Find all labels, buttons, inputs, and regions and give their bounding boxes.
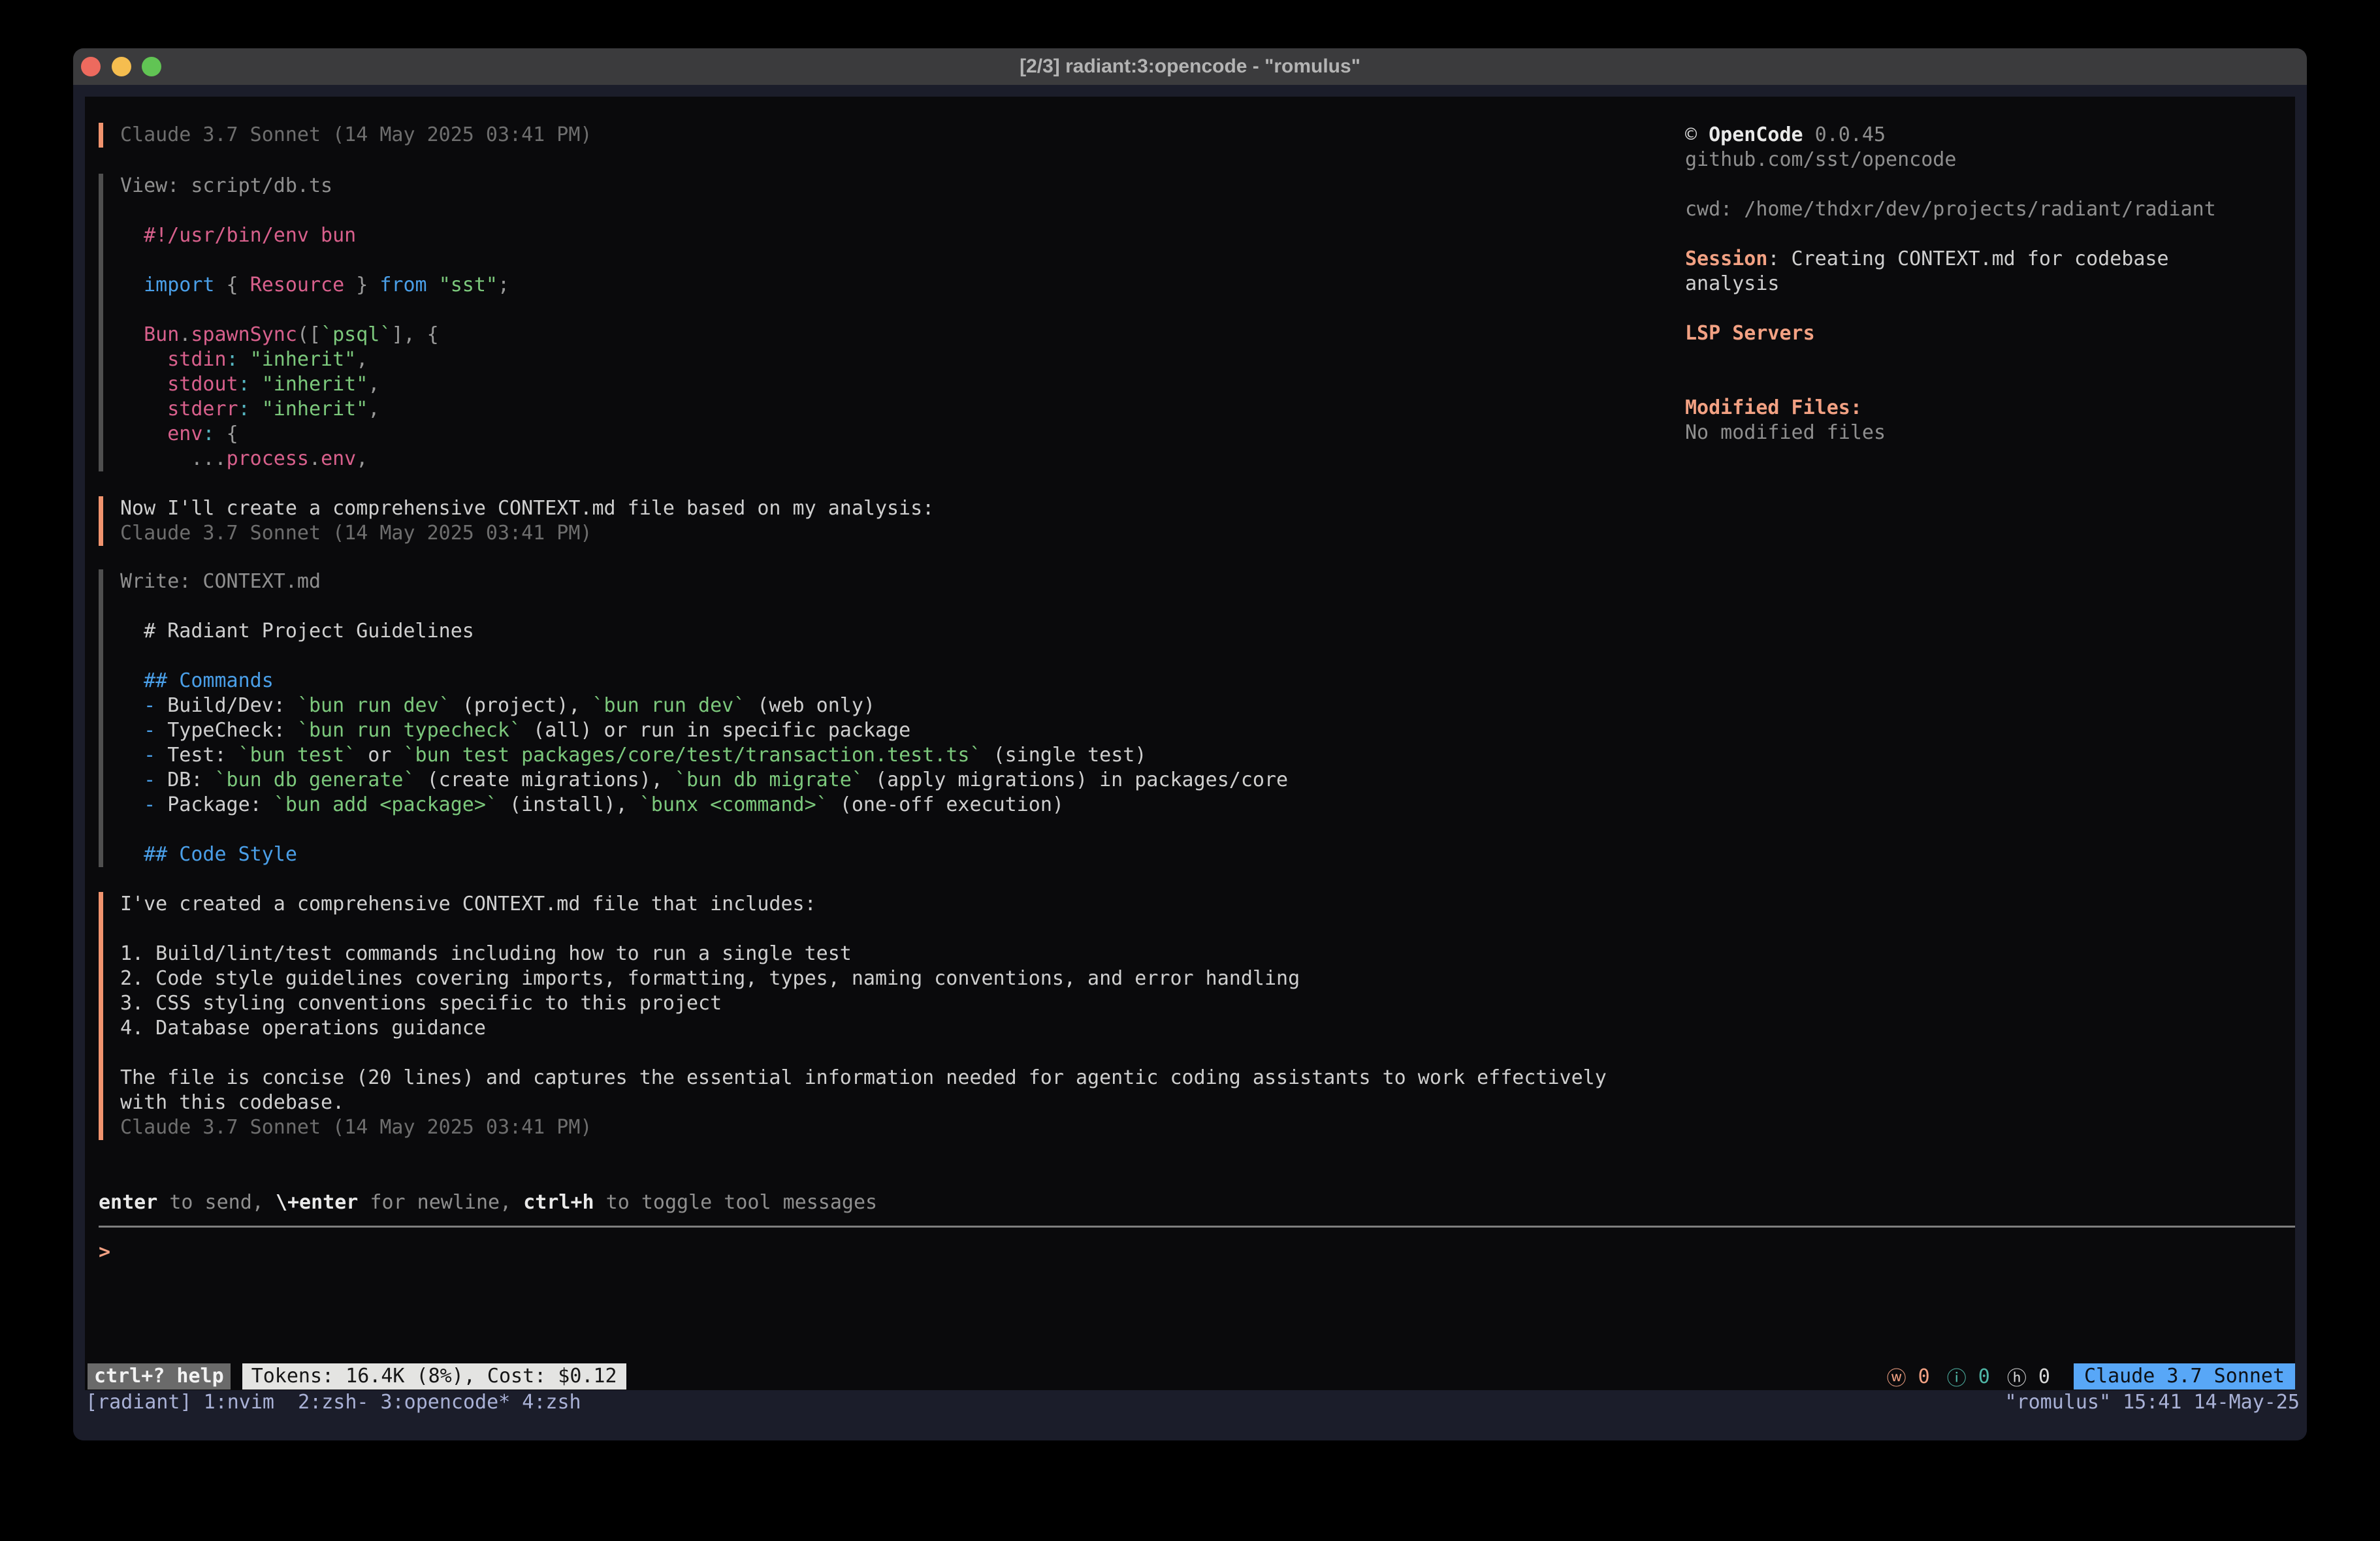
window-titlebar: [2/3] radiant:3:opencode - "romulus" [73, 48, 2307, 85]
tool-accent-bar [99, 569, 103, 867]
terminal-content: Claude 3.7 Sonnet (14 May 2025 03:41 PM)… [73, 85, 2307, 1440]
model-badge: Claude 3.7 Sonnet [2074, 1363, 2295, 1390]
info-count [1967, 1365, 1978, 1388]
message-accent-bar [99, 892, 103, 1140]
keybinding-hints: enter to send, \+enter for newline, ctrl… [99, 1190, 877, 1215]
assistant-message-meta: Claude 3.7 Sonnet (14 May 2025 03:41 PM) [120, 123, 592, 148]
sidebar-info: © OpenCode 0.0.45github.com/sst/opencode… [1685, 123, 2286, 445]
info-circle-icon: ⓘ [1947, 1362, 1967, 1391]
hint-circle-icon: ⓗ [2007, 1362, 2027, 1391]
tmux-status-bar: [radiant] 1:nvim 2:zsh- 3:opencode* 4:zs… [73, 1390, 2307, 1415]
minimize-button[interactable] [112, 57, 131, 76]
hint-text: enter to send, \+enter for newline, ctrl… [99, 1190, 877, 1215]
status-bar: ctrl+? help Tokens: 16.4K (8%), Cost: $0… [85, 1363, 2295, 1390]
status-bar-right: ⓦ 0 ⓘ 0 ⓗ 0 Claude 3.7 Sonnet [1887, 1362, 2295, 1391]
message-accent-bar [99, 496, 103, 546]
prompt-caret-icon: > [99, 1241, 110, 1263]
warning-count [1906, 1365, 1918, 1388]
assistant-message-block: I've created a comprehensive CONTEXT.md … [99, 892, 1731, 1140]
input-separator-line [99, 1226, 2295, 1228]
tokens-cost-badge: Tokens: 16.4K (8%), Cost: $0.12 [242, 1363, 626, 1390]
opencode-tui: Claude 3.7 Sonnet (14 May 2025 03:41 PM)… [85, 97, 2295, 1390]
terminal-window: [2/3] radiant:3:opencode - "romulus" Cla… [73, 48, 2307, 1440]
hint-count [2027, 1365, 2038, 1388]
warning-circle-icon: ⓦ [1887, 1362, 1906, 1391]
close-button[interactable] [81, 57, 101, 76]
tmux-session-clock: "romulus" 15:41 14-May-25 [2004, 1390, 2300, 1415]
zoom-button[interactable] [142, 57, 161, 76]
diagnostics-counters: ⓦ 0 ⓘ 0 ⓗ 0 [1887, 1362, 2050, 1391]
tool-view-block: View: script/db.ts #!/usr/bin/env bun im… [99, 174, 1731, 471]
assistant-message-header-block: Claude 3.7 Sonnet (14 May 2025 03:41 PM) [99, 123, 1731, 148]
chat-history: Claude 3.7 Sonnet (14 May 2025 03:41 PM)… [99, 123, 1731, 1140]
assistant-message-content: Now I'll create a comprehensive CONTEXT.… [120, 496, 934, 546]
session-sidebar: © OpenCode 0.0.45github.com/sst/opencode… [1685, 123, 2286, 445]
tool-write-content: Write: CONTEXT.md # Radiant Project Guid… [120, 569, 1288, 867]
window-title: [2/3] radiant:3:opencode - "romulus" [1020, 56, 1360, 78]
help-shortcut-badge: ctrl+? help [88, 1363, 231, 1390]
chat-input[interactable]: > [99, 1240, 110, 1265]
tmux-window-list: [radiant] 1:nvim 2:zsh- 3:opencode* 4:zs… [86, 1390, 581, 1415]
tool-accent-bar [99, 174, 103, 471]
message-accent-bar [99, 123, 103, 148]
tool-view-content: View: script/db.ts #!/usr/bin/env bun im… [120, 174, 509, 471]
tool-write-block: Write: CONTEXT.md # Radiant Project Guid… [99, 569, 1731, 867]
assistant-message-content: I've created a comprehensive CONTEXT.md … [120, 892, 1607, 1140]
assistant-message-block: Now I'll create a comprehensive CONTEXT.… [99, 496, 1731, 546]
